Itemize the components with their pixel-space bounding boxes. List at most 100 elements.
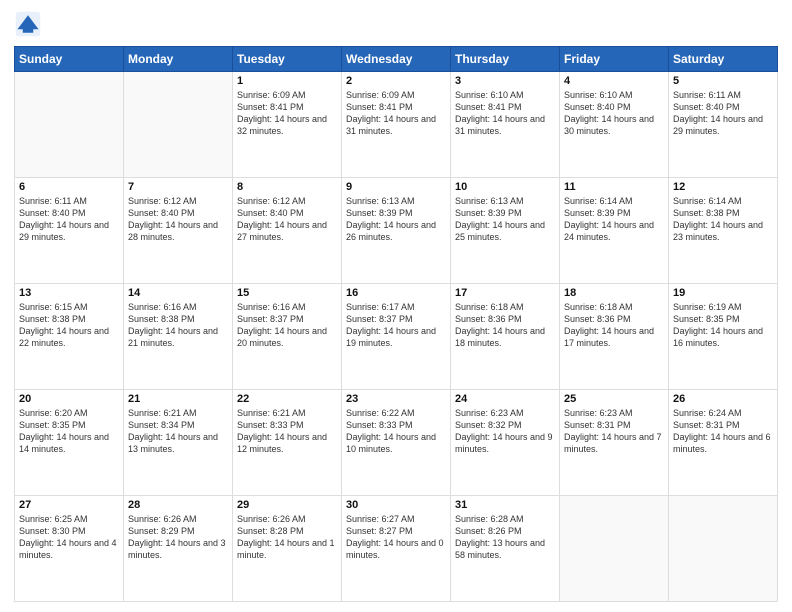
day-info: Sunrise: 6:15 AM Sunset: 8:38 PM Dayligh… — [19, 301, 119, 350]
day-number: 27 — [19, 499, 119, 511]
calendar-body: 1 Sunrise: 6:09 AM Sunset: 8:41 PM Daylig… — [15, 72, 778, 602]
calendar-cell: 5 Sunrise: 6:11 AM Sunset: 8:40 PM Daylig… — [669, 72, 778, 178]
calendar-cell: 8 Sunrise: 6:12 AM Sunset: 8:40 PM Daylig… — [233, 178, 342, 284]
day-info: Sunrise: 6:20 AM Sunset: 8:35 PM Dayligh… — [19, 407, 119, 456]
day-info: Sunrise: 6:21 AM Sunset: 8:33 PM Dayligh… — [237, 407, 337, 456]
calendar-cell: 24 Sunrise: 6:23 AM Sunset: 8:32 PM Dayli… — [451, 390, 560, 496]
calendar-cell: 21 Sunrise: 6:21 AM Sunset: 8:34 PM Dayli… — [124, 390, 233, 496]
day-info: Sunrise: 6:11 AM Sunset: 8:40 PM Dayligh… — [19, 195, 119, 244]
day-number: 8 — [237, 181, 337, 193]
day-info: Sunrise: 6:14 AM Sunset: 8:39 PM Dayligh… — [564, 195, 664, 244]
day-number: 16 — [346, 287, 446, 299]
day-info: Sunrise: 6:09 AM Sunset: 8:41 PM Dayligh… — [346, 89, 446, 138]
day-info: Sunrise: 6:14 AM Sunset: 8:38 PM Dayligh… — [673, 195, 773, 244]
weekday-header-cell: Saturday — [669, 47, 778, 72]
calendar-cell — [669, 496, 778, 602]
day-number: 22 — [237, 393, 337, 405]
day-number: 9 — [346, 181, 446, 193]
calendar-cell: 27 Sunrise: 6:25 AM Sunset: 8:30 PM Dayli… — [15, 496, 124, 602]
day-number: 23 — [346, 393, 446, 405]
day-number: 2 — [346, 75, 446, 87]
day-number: 12 — [673, 181, 773, 193]
weekday-header-cell: Sunday — [15, 47, 124, 72]
calendar-cell: 14 Sunrise: 6:16 AM Sunset: 8:38 PM Dayli… — [124, 284, 233, 390]
weekday-header-cell: Tuesday — [233, 47, 342, 72]
logo — [14, 10, 46, 38]
day-info: Sunrise: 6:16 AM Sunset: 8:38 PM Dayligh… — [128, 301, 228, 350]
day-number: 7 — [128, 181, 228, 193]
calendar-cell: 19 Sunrise: 6:19 AM Sunset: 8:35 PM Dayli… — [669, 284, 778, 390]
day-info: Sunrise: 6:12 AM Sunset: 8:40 PM Dayligh… — [237, 195, 337, 244]
day-info: Sunrise: 6:23 AM Sunset: 8:32 PM Dayligh… — [455, 407, 555, 456]
day-number: 6 — [19, 181, 119, 193]
day-info: Sunrise: 6:16 AM Sunset: 8:37 PM Dayligh… — [237, 301, 337, 350]
day-info: Sunrise: 6:24 AM Sunset: 8:31 PM Dayligh… — [673, 407, 773, 456]
day-number: 19 — [673, 287, 773, 299]
calendar-cell: 9Sunrise: 6:13 AM Sunset: 8:39 PM Daylig… — [342, 178, 451, 284]
calendar-cell — [15, 72, 124, 178]
calendar-cell: 28Sunrise: 6:26 AM Sunset: 8:29 PM Dayli… — [124, 496, 233, 602]
day-number: 15 — [237, 287, 337, 299]
calendar-cell: 26 Sunrise: 6:24 AM Sunset: 8:31 PM Dayli… — [669, 390, 778, 496]
weekday-header-cell: Friday — [560, 47, 669, 72]
day-info: Sunrise: 6:13 AM Sunset: 8:39 PM Dayligh… — [455, 195, 555, 244]
weekday-header-cell: Monday — [124, 47, 233, 72]
day-number: 13 — [19, 287, 119, 299]
day-number: 30 — [346, 499, 446, 511]
day-number: 25 — [564, 393, 664, 405]
day-number: 26 — [673, 393, 773, 405]
calendar-cell — [124, 72, 233, 178]
day-number: 4 — [564, 75, 664, 87]
calendar-cell — [560, 496, 669, 602]
page: SundayMondayTuesdayWednesdayThursdayFrid… — [0, 0, 792, 612]
day-number: 1 — [237, 75, 337, 87]
calendar-cell: 13 Sunrise: 6:15 AM Sunset: 8:38 PM Dayli… — [15, 284, 124, 390]
day-info: Sunrise: 6:25 AM Sunset: 8:30 PM Dayligh… — [19, 513, 119, 562]
day-info: Sunrise: 6:18 AM Sunset: 8:36 PM Dayligh… — [455, 301, 555, 350]
day-number: 14 — [128, 287, 228, 299]
calendar-week-row: 20 Sunrise: 6:20 AM Sunset: 8:35 PM Dayli… — [15, 390, 778, 496]
day-info: Sunrise: 6:10 AM Sunset: 8:40 PM Dayligh… — [564, 89, 664, 138]
calendar-table: SundayMondayTuesdayWednesdayThursdayFrid… — [14, 46, 778, 602]
day-number: 24 — [455, 393, 555, 405]
calendar-cell: 20 Sunrise: 6:20 AM Sunset: 8:35 PM Dayli… — [15, 390, 124, 496]
calendar-cell: 29Sunrise: 6:26 AM Sunset: 8:28 PM Dayli… — [233, 496, 342, 602]
day-info: Sunrise: 6:09 AM Sunset: 8:41 PM Dayligh… — [237, 89, 337, 138]
day-number: 20 — [19, 393, 119, 405]
calendar-cell: 1 Sunrise: 6:09 AM Sunset: 8:41 PM Daylig… — [233, 72, 342, 178]
calendar-cell: 2 Sunrise: 6:09 AM Sunset: 8:41 PM Daylig… — [342, 72, 451, 178]
day-number: 28 — [128, 499, 228, 511]
day-info: Sunrise: 6:23 AM Sunset: 8:31 PM Dayligh… — [564, 407, 664, 456]
calendar-cell: 6 Sunrise: 6:11 AM Sunset: 8:40 PM Daylig… — [15, 178, 124, 284]
day-info: Sunrise: 6:10 AM Sunset: 8:41 PM Dayligh… — [455, 89, 555, 138]
day-info: Sunrise: 6:19 AM Sunset: 8:35 PM Dayligh… — [673, 301, 773, 350]
calendar-cell: 22 Sunrise: 6:21 AM Sunset: 8:33 PM Dayli… — [233, 390, 342, 496]
day-info: Sunrise: 6:28 AM Sunset: 8:26 PM Dayligh… — [455, 513, 555, 562]
day-number: 11 — [564, 181, 664, 193]
calendar-cell: 25 Sunrise: 6:23 AM Sunset: 8:31 PM Dayli… — [560, 390, 669, 496]
day-info: Sunrise: 6:12 AM Sunset: 8:40 PM Dayligh… — [128, 195, 228, 244]
calendar-cell: 31Sunrise: 6:28 AM Sunset: 8:26 PM Dayli… — [451, 496, 560, 602]
calendar-cell: 15 Sunrise: 6:16 AM Sunset: 8:37 PM Dayli… — [233, 284, 342, 390]
calendar-cell: 17 Sunrise: 6:18 AM Sunset: 8:36 PM Dayli… — [451, 284, 560, 390]
calendar-cell: 4 Sunrise: 6:10 AM Sunset: 8:40 PM Daylig… — [560, 72, 669, 178]
day-info: Sunrise: 6:27 AM Sunset: 8:27 PM Dayligh… — [346, 513, 446, 562]
day-info: Sunrise: 6:26 AM Sunset: 8:28 PM Dayligh… — [237, 513, 337, 562]
day-number: 21 — [128, 393, 228, 405]
day-number: 17 — [455, 287, 555, 299]
weekday-header-cell: Thursday — [451, 47, 560, 72]
day-number: 3 — [455, 75, 555, 87]
calendar-week-row: 13 Sunrise: 6:15 AM Sunset: 8:38 PM Dayli… — [15, 284, 778, 390]
day-info: Sunrise: 6:17 AM Sunset: 8:37 PM Dayligh… — [346, 301, 446, 350]
day-number: 18 — [564, 287, 664, 299]
day-number: 5 — [673, 75, 773, 87]
day-info: Sunrise: 6:21 AM Sunset: 8:34 PM Dayligh… — [128, 407, 228, 456]
weekday-header-row: SundayMondayTuesdayWednesdayThursdayFrid… — [15, 47, 778, 72]
calendar-cell: 11 Sunrise: 6:14 AM Sunset: 8:39 PM Dayli… — [560, 178, 669, 284]
calendar-cell: 23Sunrise: 6:22 AM Sunset: 8:33 PM Dayli… — [342, 390, 451, 496]
calendar-cell: 30 Sunrise: 6:27 AM Sunset: 8:27 PM Dayli… — [342, 496, 451, 602]
day-number: 10 — [455, 181, 555, 193]
day-info: Sunrise: 6:18 AM Sunset: 8:36 PM Dayligh… — [564, 301, 664, 350]
day-info: Sunrise: 6:11 AM Sunset: 8:40 PM Dayligh… — [673, 89, 773, 138]
calendar-cell: 3 Sunrise: 6:10 AM Sunset: 8:41 PM Daylig… — [451, 72, 560, 178]
